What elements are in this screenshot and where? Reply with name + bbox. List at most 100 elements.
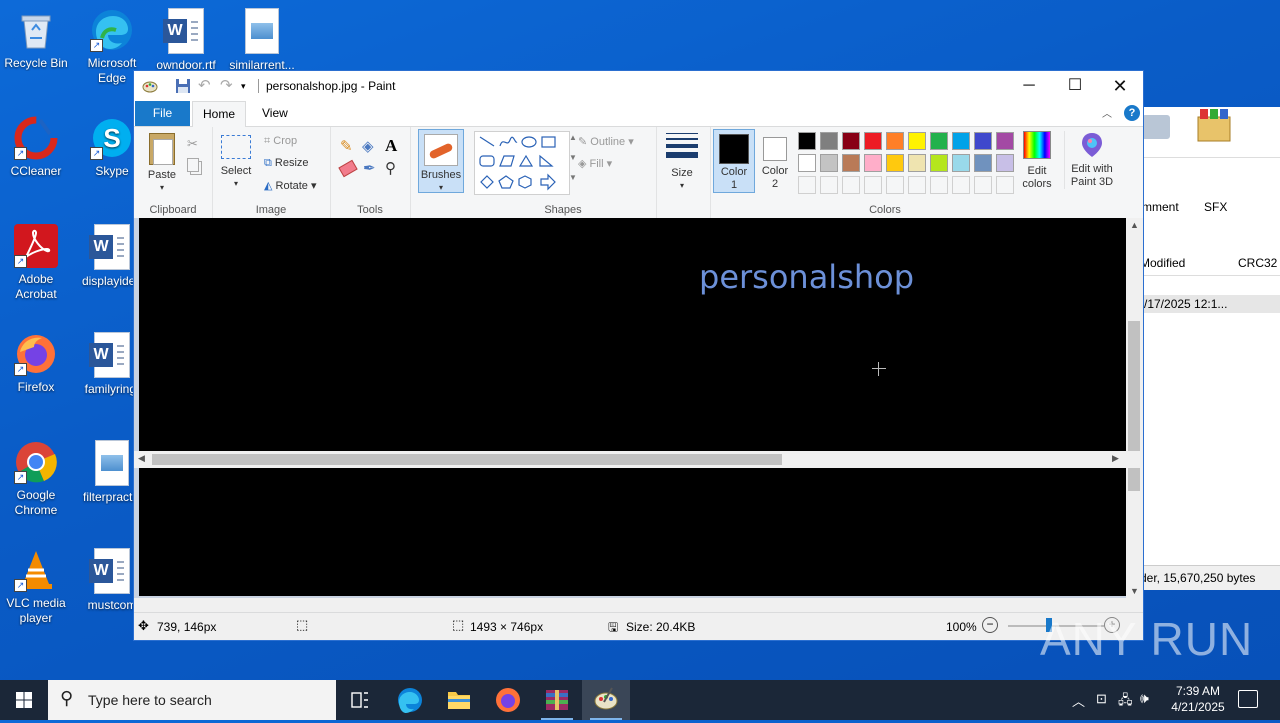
text-icon[interactable]: A (385, 136, 397, 156)
maximize-button[interactable]: ☐ (1052, 71, 1098, 101)
title-bar[interactable]: ↶ ↷ ▾ personalshop.jpg - Paint ─ ☐ ✕ (134, 71, 1143, 101)
palette-swatch-empty[interactable] (842, 176, 860, 194)
scroll-right-icon[interactable]: ▶ (1112, 453, 1119, 464)
paint-app-icon[interactable] (142, 78, 158, 94)
palette-swatch[interactable] (842, 154, 860, 172)
network-icon[interactable]: ⊡ (1096, 691, 1107, 707)
palette-swatch[interactable] (996, 132, 1014, 150)
paint-window[interactable]: ↶ ↷ ▾ personalshop.jpg - Paint ─ ☐ ✕ Fil… (134, 71, 1143, 640)
palette-swatch[interactable] (908, 132, 926, 150)
palette-swatch[interactable] (908, 154, 926, 172)
desktop-icon-recycle-bin[interactable]: Recycle Bin (0, 8, 72, 71)
minimize-button[interactable]: ─ (1006, 71, 1052, 101)
zoom-out-button[interactable]: − (982, 617, 998, 633)
paste-button[interactable]: Paste ▾ (142, 133, 182, 193)
pencil-icon[interactable]: ✎ (340, 137, 353, 155)
file-row[interactable]: /17/2025 12:1... (1140, 295, 1280, 313)
undo-icon[interactable]: ↶ (198, 78, 214, 94)
palette-swatch-empty[interactable] (798, 176, 816, 194)
background-archive-window[interactable]: mment SFX Modified CRC32 /17/2025 12:1..… (1140, 107, 1280, 590)
column-modified[interactable]: Modified (1140, 256, 1185, 270)
shapes-scroll-down-icon[interactable]: ▼ (569, 153, 577, 162)
taskbar-winrar[interactable] (533, 680, 581, 720)
palette-swatch[interactable] (952, 132, 970, 150)
edit-paint3d-button[interactable]: Edit with Paint 3D (1064, 131, 1119, 189)
eraser-icon[interactable] (338, 159, 358, 178)
minimize-ribbon-icon[interactable]: ︿ (1102, 105, 1112, 120)
resize-button[interactable]: ⧉ Resize (264, 157, 309, 170)
select-button[interactable]: Select ▾ (218, 135, 254, 189)
size-button[interactable]: Size ▾ (662, 133, 702, 191)
palette-swatch[interactable] (974, 154, 992, 172)
shapes-gallery[interactable] (474, 131, 570, 195)
color-picker-icon[interactable]: ✒ (363, 159, 376, 177)
desktop-icon-adobe-acrobat[interactable]: ↗ Adobe Acrobat (0, 224, 72, 302)
palette-swatch-empty[interactable] (820, 176, 838, 194)
palette-swatch[interactable] (798, 154, 816, 172)
palette-swatch[interactable] (820, 132, 838, 150)
drawing-canvas[interactable]: personalshop (139, 218, 1126, 596)
scroll-up-icon[interactable]: ▲ (1130, 220, 1139, 230)
palette-swatch[interactable] (930, 154, 948, 172)
toolbar-comment-label[interactable]: mment (1142, 200, 1179, 214)
horizontal-scrollbar[interactable]: ◀ ▶ (134, 451, 1143, 468)
shapes-expand-icon[interactable]: ▼ (569, 173, 577, 182)
vertical-scrollbar[interactable]: ▲ ▼ (1126, 218, 1143, 598)
desktop-icon-firefox[interactable]: ↗ Firefox (0, 332, 72, 395)
scroll-left-icon[interactable]: ◀ (138, 453, 145, 464)
tab-view[interactable]: View (252, 101, 298, 126)
scroll-down-icon[interactable]: ▼ (1130, 586, 1139, 596)
cut-icon[interactable]: ✂ (187, 136, 198, 152)
toolbar-sfx-label[interactable]: SFX (1204, 200, 1227, 214)
comment-icon[interactable] (1142, 115, 1170, 139)
edit-colors-button[interactable]: Edit colors (1018, 131, 1056, 191)
color1-button[interactable]: Color 1 (713, 129, 755, 193)
palette-swatch-empty[interactable] (930, 176, 948, 194)
outline-button[interactable]: ✎ Outline ▾ (578, 135, 634, 148)
taskbar-edge[interactable] (386, 680, 434, 720)
magnifier-icon[interactable]: ⚲ (385, 159, 396, 177)
tab-file[interactable]: File (135, 101, 190, 126)
show-hidden-icons-icon[interactable]: ︿ (1072, 691, 1085, 710)
palette-swatch[interactable] (820, 154, 838, 172)
horizontal-scroll-thumb[interactable] (152, 454, 782, 465)
brushes-button[interactable]: Brushes ▾ (418, 129, 464, 193)
save-icon[interactable] (175, 78, 191, 94)
taskbar-firefox[interactable] (484, 680, 532, 720)
palette-swatch[interactable] (952, 154, 970, 172)
help-icon[interactable]: ? (1124, 105, 1140, 121)
palette-swatch[interactable] (930, 132, 948, 150)
desktop-icon-similarrent[interactable]: similarrent... (226, 8, 298, 73)
color2-button[interactable]: Color 2 (758, 129, 792, 191)
start-button[interactable] (0, 680, 48, 720)
crop-button[interactable]: ⌗ Crop (264, 135, 297, 148)
close-button[interactable]: ✕ (1097, 71, 1143, 101)
palette-swatch[interactable] (864, 132, 882, 150)
palette-swatch[interactable] (842, 132, 860, 150)
desktop-icon-google-chrome[interactable]: ↗ Google Chrome (0, 440, 72, 518)
volume-icon[interactable]: 🕪 (1140, 690, 1149, 707)
fill-bucket-icon[interactable]: ◈ (362, 137, 374, 155)
ethernet-icon[interactable]: 🖧 (1118, 691, 1133, 713)
desktop-icon-owndoor[interactable]: W owndoor.rtf (150, 8, 222, 73)
taskbar-search-box[interactable]: ⚲ Type here to search (48, 680, 336, 720)
taskbar-clock[interactable]: 7:39 AM 4/21/2025 (1160, 683, 1236, 715)
task-view-button[interactable] (336, 680, 384, 720)
redo-icon[interactable]: ↷ (220, 78, 236, 94)
fill-button[interactable]: ◈ Fill ▾ (578, 157, 612, 170)
copy-icon[interactable] (187, 158, 199, 172)
palette-swatch[interactable] (974, 132, 992, 150)
palette-swatch-empty[interactable] (952, 176, 970, 194)
shapes-scroll-up-icon[interactable]: ▲ (569, 133, 577, 142)
palette-swatch[interactable] (996, 154, 1014, 172)
desktop-icon-ccleaner[interactable]: ↗ CCleaner (0, 116, 72, 179)
tab-home[interactable]: Home (192, 101, 247, 127)
palette-swatch[interactable] (798, 132, 816, 150)
palette-swatch-empty[interactable] (974, 176, 992, 194)
palette-swatch-empty[interactable] (908, 176, 926, 194)
palette-swatch-empty[interactable] (886, 176, 904, 194)
palette-swatch[interactable] (886, 154, 904, 172)
taskbar-paint[interactable] (582, 680, 630, 720)
sfx-icon[interactable] (1196, 107, 1232, 143)
notifications-icon[interactable] (1238, 690, 1258, 708)
